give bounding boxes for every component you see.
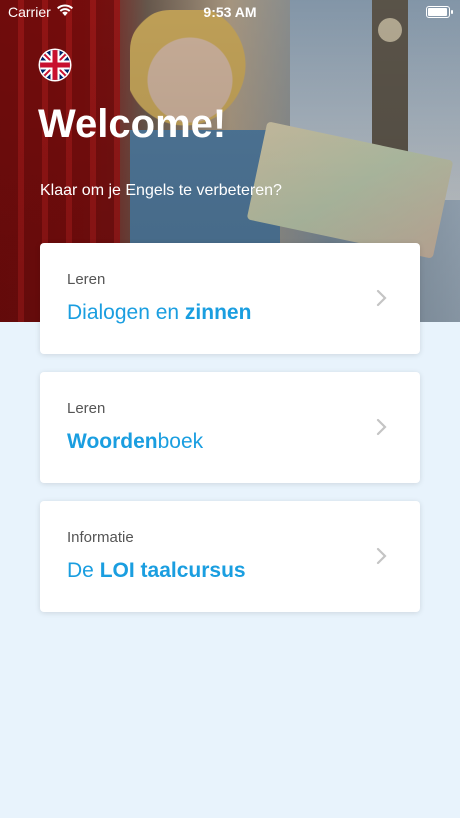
chevron-right-icon <box>376 547 387 565</box>
status-bar: Carrier 9:53 AM <box>0 0 460 24</box>
status-time: 9:53 AM <box>203 4 257 20</box>
card-title: Dialogen en zinnen <box>67 301 251 325</box>
hero-title: Welcome! <box>38 102 227 146</box>
uk-flag-icon <box>40 50 70 80</box>
card-title-part: boek <box>157 430 204 453</box>
card-title-part: De <box>67 559 100 582</box>
card-loi-taalcursus[interactable]: Informatie De LOI taalcursus <box>40 501 420 612</box>
card-category: Informatie <box>67 529 134 546</box>
card-title: De LOI taalcursus <box>67 559 246 583</box>
card-title-part: zinnen <box>184 301 252 324</box>
card-title-part: LOI taalcursus <box>99 559 246 582</box>
chevron-right-icon <box>376 289 387 307</box>
card-category: Leren <box>67 271 106 288</box>
card-dialogen[interactable]: Leren Dialogen en zinnen <box>40 243 420 354</box>
card-title-part: Woorden <box>67 430 158 453</box>
card-category: Leren <box>67 400 106 417</box>
hero-subtitle: Klaar om je Engels te verbeteren? <box>40 182 282 199</box>
card-title-part: Dialogen en <box>67 301 185 324</box>
card-woordenboek[interactable]: Leren Woordenboek <box>40 372 420 483</box>
card-title: Woordenboek <box>67 430 203 454</box>
battery-icon <box>426 6 453 18</box>
chevron-right-icon <box>376 418 387 436</box>
